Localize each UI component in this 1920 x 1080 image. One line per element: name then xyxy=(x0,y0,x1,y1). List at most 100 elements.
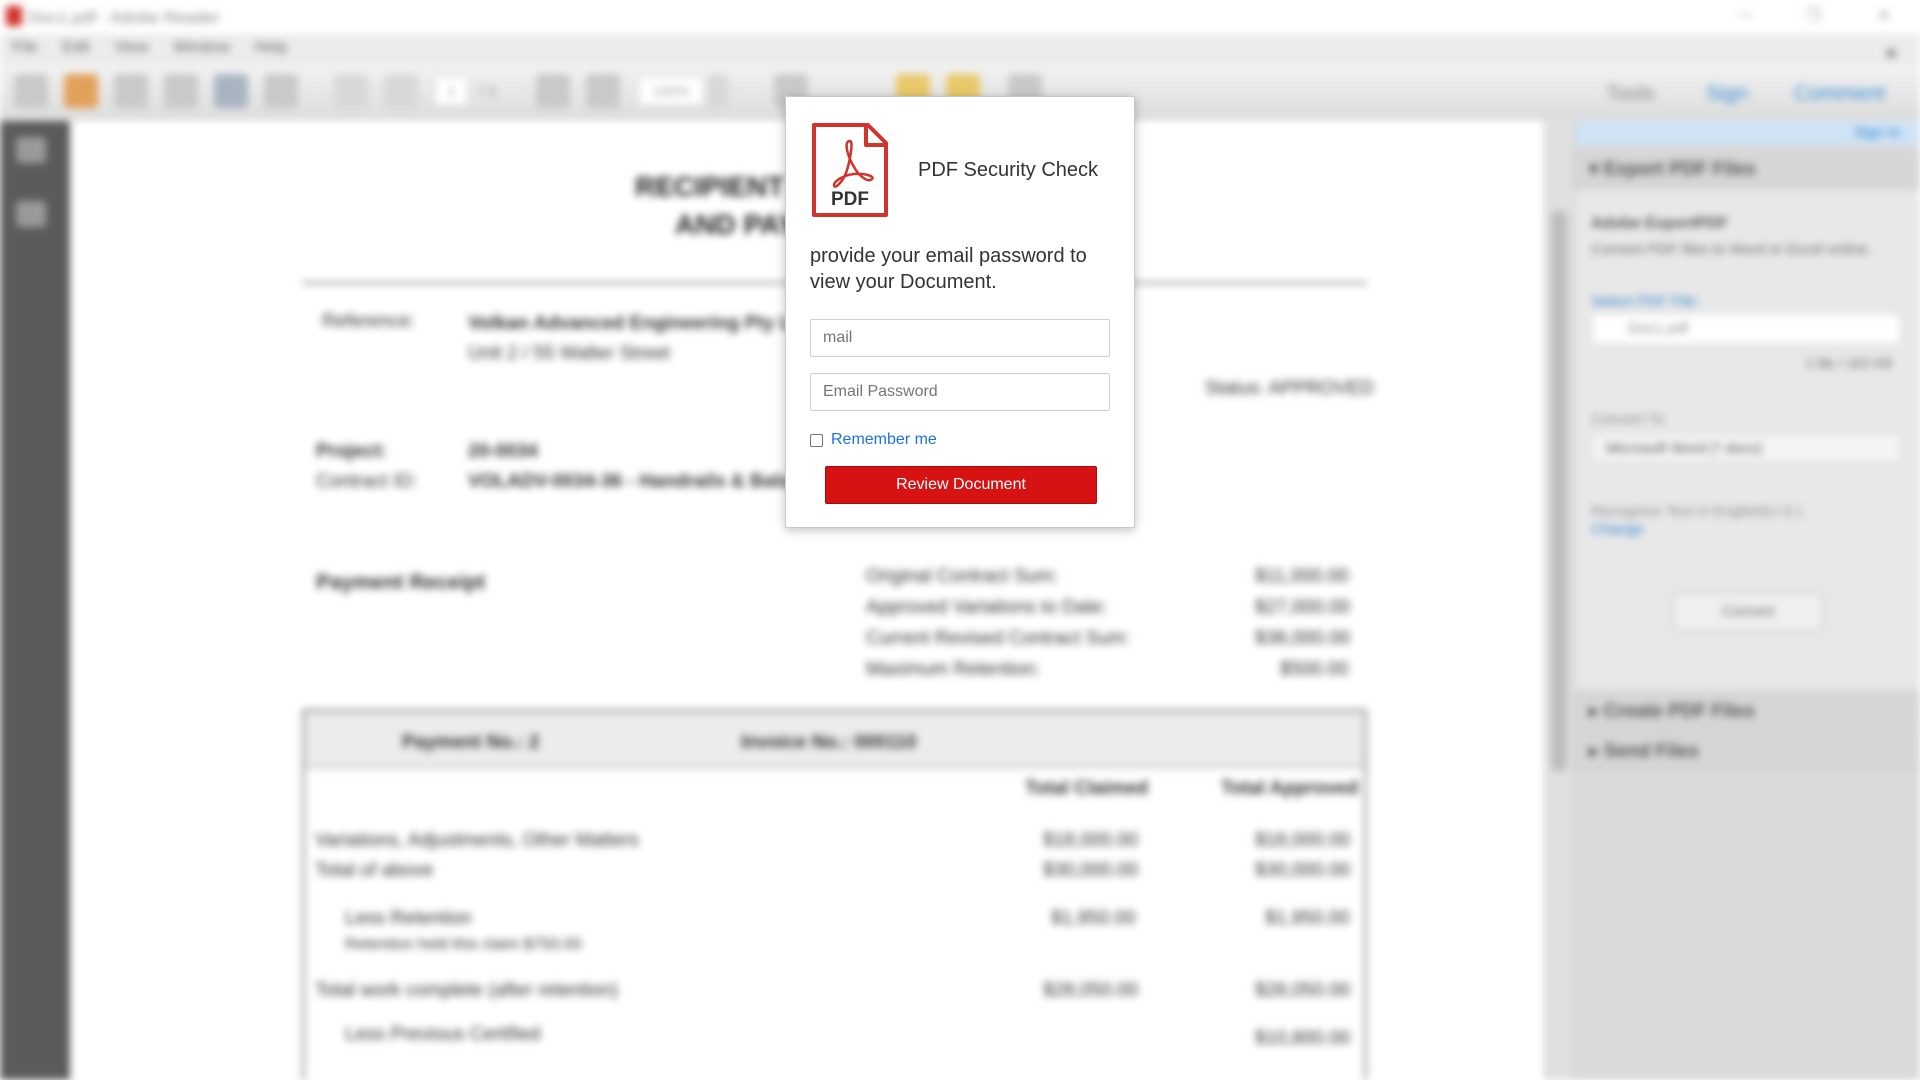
comment-tab[interactable]: Comment xyxy=(1794,82,1885,106)
export-pdf-header: Export PDF Files xyxy=(1603,159,1756,180)
password-field[interactable] xyxy=(810,373,1110,411)
reference-value: Volkan Advanced Engineering Pty Ltd xyxy=(468,313,809,334)
summary-value: $500.00 xyxy=(1280,659,1349,680)
col-total-claimed: Total Claimed xyxy=(1025,778,1149,799)
dialog-message: provide your email password to view your… xyxy=(810,245,1087,293)
chevron-right-icon: ▸ xyxy=(1589,701,1604,722)
summary-value: $11,000.00 xyxy=(1255,566,1349,587)
address: Unit 2 / 55 Walter Street xyxy=(468,343,671,364)
table-row-approved: $1,950.00 xyxy=(1265,908,1350,929)
select-file-label: Select PDF File: xyxy=(1591,293,1700,310)
table-row-approved: $18,000.00 xyxy=(1255,830,1351,851)
table-row-approved: $10,800.00 xyxy=(1255,1028,1351,1049)
table-row-approved: $28,050.00 xyxy=(1255,980,1351,1001)
pages-icon[interactable] xyxy=(16,137,46,163)
summary-label: Approved Variations to Date: xyxy=(866,597,1108,618)
selected-file-field[interactable]: Doc1.pdf xyxy=(1591,313,1901,345)
previous-page-icon[interactable] xyxy=(334,74,368,108)
tools-tab[interactable]: Tools xyxy=(1606,82,1655,106)
status: Status: APPROVED xyxy=(1205,378,1374,399)
create-pdf-section[interactable]: ▸ Create PDF Files xyxy=(1575,693,1920,731)
convert-to-label: Convert To: xyxy=(1591,411,1668,428)
convert-button[interactable]: Convert xyxy=(1673,593,1823,631)
sign-in-link[interactable]: Sign In xyxy=(1854,124,1901,141)
minimize-icon[interactable]: — xyxy=(1735,6,1755,26)
page-number-field[interactable]: 1 xyxy=(434,76,468,106)
sign-in-bar: Sign In xyxy=(1575,121,1920,145)
close-document-icon[interactable]: ✕ xyxy=(1885,44,1898,64)
table-row-label: Retention held this claim $750.00 xyxy=(345,936,582,953)
next-page-icon[interactable] xyxy=(384,74,418,108)
payment-number: Payment No.: 2 xyxy=(402,732,540,753)
page-total: / 1 xyxy=(480,82,497,99)
menu-edit[interactable]: Edit xyxy=(62,39,90,57)
zoom-out-icon[interactable] xyxy=(536,74,570,108)
remember-me-row[interactable]: Remember me xyxy=(810,430,937,450)
send-files-section[interactable]: ▸ Send Files xyxy=(1575,733,1920,771)
table-row-label: Variations, Adjustments, Other Matters xyxy=(315,830,639,851)
chevron-down-icon: ▾ xyxy=(1589,159,1604,180)
summary-label: Maximum Retention: xyxy=(866,659,1041,680)
email-icon[interactable] xyxy=(264,74,298,108)
menu-view[interactable]: View xyxy=(114,39,148,57)
table-row-claimed: $30,000.00 xyxy=(1043,860,1139,881)
contract-label: Contract ID: xyxy=(316,471,418,492)
project-value: 20-0034 xyxy=(468,441,538,462)
menu-bar: File Edit View Window Help ✕ xyxy=(0,34,1920,64)
menu-help[interactable]: Help xyxy=(254,39,287,57)
table-row-label: Total work complete (after retention) xyxy=(315,980,619,1001)
dialog-title: PDF Security Check xyxy=(918,159,1099,181)
print-icon[interactable] xyxy=(214,74,248,108)
attachments-icon[interactable] xyxy=(16,201,46,227)
table-row-claimed: $1,950.00 xyxy=(1051,908,1136,929)
email-field[interactable] xyxy=(810,319,1110,357)
change-link[interactable]: Change xyxy=(1591,521,1644,538)
security-check-dialog: PDF PDF Security Check provide your emai… xyxy=(785,96,1135,528)
tools-panel: Sign In ▾ Export PDF Files Adobe ExportP… xyxy=(1574,121,1920,1080)
pdf-app-icon xyxy=(6,6,22,26)
summary-label: Original Contract Sum: xyxy=(866,566,1059,587)
menu-window[interactable]: Window xyxy=(173,39,230,57)
navigation-pane xyxy=(0,121,70,1080)
close-icon[interactable]: ✕ xyxy=(1874,6,1894,26)
review-document-button[interactable]: Review Document xyxy=(825,466,1097,504)
table-row-label: Less Previous Certified xyxy=(345,1024,541,1045)
window-title: Doc1.pdf - Adobe Reader xyxy=(28,8,220,27)
table-row-claimed: $18,000.00 xyxy=(1043,830,1139,851)
open-icon[interactable] xyxy=(14,74,48,108)
export-title: Adobe ExportPDF xyxy=(1591,215,1728,232)
selected-file-name: Doc1.pdf xyxy=(1628,320,1689,337)
chevron-right-icon: ▸ xyxy=(1589,741,1604,762)
reference-label: Reference: xyxy=(322,311,415,332)
edit-icon[interactable] xyxy=(114,74,148,108)
remember-me-checkbox[interactable] xyxy=(810,433,823,447)
zoom-field[interactable]: 100% xyxy=(638,76,704,106)
restore-icon[interactable]: ❐ xyxy=(1803,6,1823,26)
sign-tab[interactable]: Sign xyxy=(1706,82,1748,106)
pdf-logo-text: PDF xyxy=(831,189,869,210)
table-row-label: Less Retention xyxy=(345,908,472,929)
summary-label: Current Revised Contract Sum: xyxy=(866,628,1130,649)
zoom-dropdown-icon[interactable] xyxy=(708,74,728,108)
summary-value: $38,000.00 xyxy=(1255,628,1351,649)
export-pdf-section[interactable]: ▾ Export PDF Files xyxy=(1575,151,1920,189)
remember-me-label[interactable]: Remember me xyxy=(831,431,937,449)
send-files-header: Send Files xyxy=(1603,741,1699,762)
project-label: Project: xyxy=(316,441,387,462)
save-icon[interactable] xyxy=(164,74,198,108)
scrollbar-thumb[interactable] xyxy=(1551,211,1567,771)
create-pdf-icon[interactable] xyxy=(64,74,98,108)
summary-value: $27,000.00 xyxy=(1255,597,1351,618)
table-row-claimed: $28,050.00 xyxy=(1043,980,1139,1001)
menu-file[interactable]: File xyxy=(12,39,38,57)
vertical-scrollbar[interactable] xyxy=(1544,121,1574,1080)
recognize-text: Recognize Text in English(U.S.) xyxy=(1591,503,1802,520)
pdf-file-icon: PDF xyxy=(812,123,888,217)
export-pdf-box: Adobe ExportPDF Convert PDF files to Wor… xyxy=(1575,189,1920,689)
zoom-in-icon[interactable] xyxy=(586,74,620,108)
convert-to-value: Microsoft Word (*.docx) xyxy=(1606,440,1763,457)
convert-to-select[interactable]: Microsoft Word (*.docx) xyxy=(1591,433,1901,463)
invoice-number: Invoice No.: 000110 xyxy=(741,732,917,753)
create-pdf-header: Create PDF Files xyxy=(1603,701,1755,722)
export-desc: Convert PDF files to Word or Excel onlin… xyxy=(1591,241,1872,258)
